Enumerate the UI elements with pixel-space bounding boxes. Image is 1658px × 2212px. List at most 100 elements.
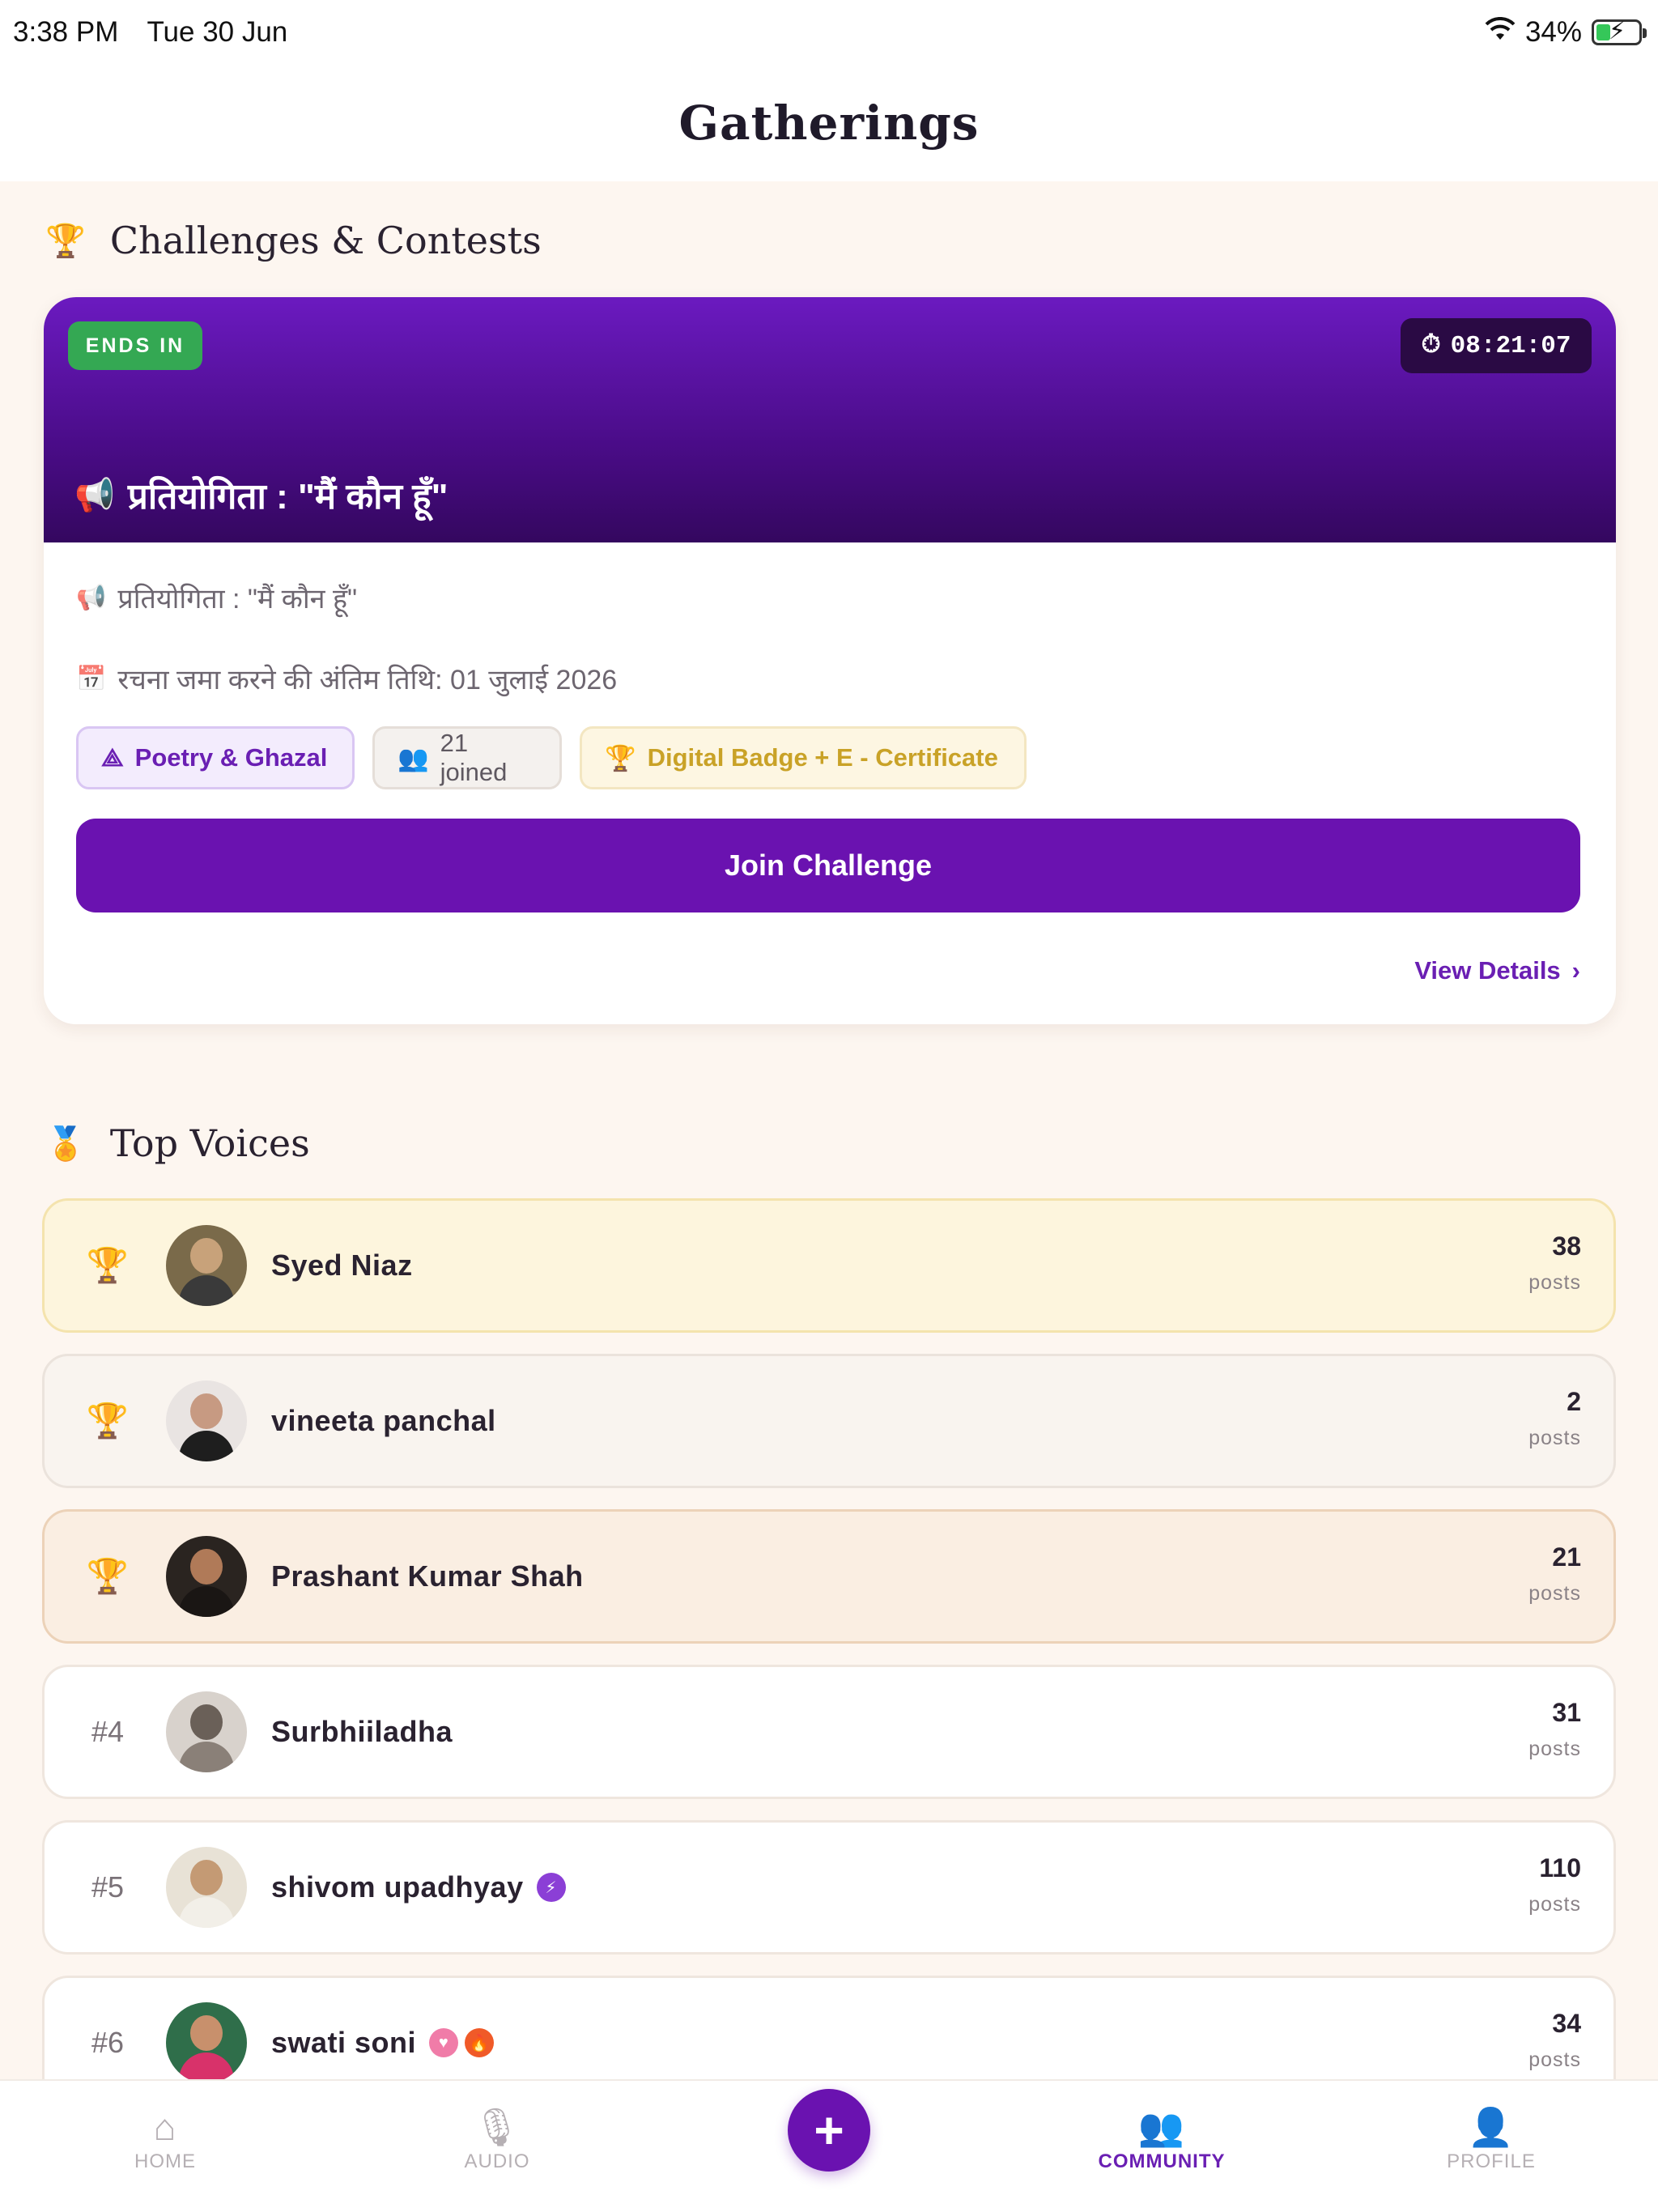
voice-row[interactable]: #4 Surbhiiladha 31 posts (42, 1665, 1616, 1799)
avatar (166, 1536, 247, 1617)
view-details-label: View Details (1414, 956, 1561, 985)
flame-badge-icon: 🔥 (465, 2028, 495, 2057)
status-bar: 3:38 PM Tue 30 Jun 34% ⚡ (0, 0, 1658, 65)
home-icon: ⌂ (153, 2106, 177, 2148)
timer-value: 08:21:07 (1450, 331, 1571, 360)
status-time: 3:38 PM (13, 16, 119, 48)
stopwatch-icon: ⏱ (1421, 331, 1441, 360)
challenge-chips: ⟁ Poetry & Ghazal 👥 21 joined 🏆 Digital … (76, 726, 1027, 789)
voice-name-text: Syed Niaz (271, 1249, 413, 1282)
ends-in-badge: ENDS IN (68, 321, 202, 370)
post-count: 21 posts (1528, 1542, 1581, 1606)
status-date: Tue 30 Jun (147, 16, 288, 48)
challenges-heading: Challenges & Contests (109, 219, 542, 262)
challenge-subtitle: प्रतियोगिता : "मैं कौन हूँ" (117, 584, 358, 615)
voice-name-text: Surbhiiladha (271, 1715, 453, 1748)
voice-row[interactable]: 🏆 Prashant Kumar Shah 21 posts (42, 1509, 1616, 1644)
tab-audio[interactable]: 🎙 AUDIO (432, 2105, 562, 2173)
avatar (166, 2002, 247, 2083)
gold-trophy-icon: 🏆 (86, 1245, 130, 1284)
battery-percent: 34% (1524, 16, 1582, 48)
tab-community-label: COMMUNITY (1098, 2150, 1226, 2172)
post-count-value: 2 (1567, 1387, 1581, 1416)
challenge-banner: ENDS IN ⏱ 08:21:07 📢 प्रतियोगिता : "मैं … (44, 297, 1616, 542)
join-challenge-button[interactable]: Join Challenge (76, 819, 1580, 912)
create-post-button[interactable]: + (788, 2089, 870, 2172)
challenge-deadline: रचना जमा करने की अंतिम तिथि: 01 जुलाई 20… (117, 665, 618, 696)
trophy-icon: 🏆 (45, 222, 86, 260)
plus-icon: + (814, 2101, 844, 2159)
post-count-value: 110 (1539, 1853, 1581, 1882)
rank-number: #4 (91, 1715, 125, 1748)
status-bar-left: 3:38 PM Tue 30 Jun (13, 16, 308, 49)
bronze-trophy-icon: 🏆 (86, 1556, 130, 1595)
users-icon: 👥 (397, 743, 429, 772)
post-count: 38 posts (1528, 1231, 1581, 1295)
rank-number: #6 (91, 2026, 125, 2059)
tab-profile[interactable]: 👤 PROFILE (1426, 2105, 1556, 2173)
post-count: 34 posts (1528, 2009, 1581, 2072)
post-count-value: 21 (1552, 1542, 1581, 1572)
post-count: 110 posts (1528, 1853, 1581, 1916)
joined-chip-label: 21 joined (440, 729, 508, 786)
post-count-label: posts (1528, 1271, 1581, 1294)
battery-icon: ⚡ (1592, 18, 1647, 45)
lightning-badge-icon: ⚡ (536, 1873, 566, 1902)
avatar (166, 1691, 247, 1772)
challenge-subtitle-line: 📢 प्रतियोगिता : "मैं कौन हूँ" (76, 579, 357, 616)
voice-row[interactable]: 🏆 Syed Niaz 38 posts (42, 1198, 1616, 1333)
megaphone-icon: 📢 (76, 584, 107, 611)
chevron-right-icon: › (1571, 956, 1580, 985)
post-count-label: posts (1528, 1738, 1581, 1760)
voice-name-text: Prashant Kumar Shah (271, 1559, 584, 1593)
voice-name-text: shivom upadhyay (271, 1870, 524, 1904)
tab-community[interactable]: 👥 COMMUNITY (1077, 2105, 1247, 2173)
megaphone-icon: 📢 (74, 477, 115, 513)
top-voices-heading: Top Voices (109, 1121, 310, 1165)
page-title: Gatherings (678, 96, 980, 151)
voice-name-text: swati soni (271, 2026, 417, 2059)
post-count-label: posts (1528, 1427, 1581, 1449)
trophy-outline-icon: 🏆 (605, 743, 636, 772)
challenges-section-title: 🏆 Challenges & Contests (45, 219, 542, 262)
view-details-link[interactable]: View Details › (1414, 956, 1580, 985)
charging-bolt-icon: ⚡ (1609, 18, 1626, 45)
app-header: Gatherings (0, 65, 1658, 181)
profile-icon: 👤 (1467, 2106, 1516, 2148)
tab-home-label: HOME (134, 2150, 196, 2172)
post-count-label: posts (1528, 2048, 1581, 2071)
tab-profile-label: PROFILE (1447, 2150, 1536, 2172)
challenge-card[interactable]: ENDS IN ⏱ 08:21:07 📢 प्रतियोगिता : "मैं … (44, 297, 1616, 1024)
avatar (166, 1847, 247, 1928)
voice-row[interactable]: 🏆 vineeta panchal 2 posts (42, 1354, 1616, 1488)
challenge-deadline-line: 📅 रचना जमा करने की अंतिम तिथि: 01 जुलाई … (76, 660, 617, 697)
calendar-icon: 📅 (76, 665, 107, 692)
tab-audio-label: AUDIO (464, 2150, 530, 2172)
challenge-title: 📢 प्रतियोगिता : "मैं कौन हूँ" (74, 470, 448, 519)
heart-badge-icon: ♥ (429, 2028, 459, 2057)
voice-name-text: vineeta panchal (271, 1404, 496, 1437)
rank-number: #5 (91, 1870, 125, 1904)
genre-chip-label: Poetry & Ghazal (134, 743, 328, 772)
post-count-label: posts (1528, 1582, 1581, 1605)
voice-row[interactable]: #5 shivom upadhyay ⚡ 110 posts (42, 1820, 1616, 1955)
tab-home[interactable]: ⌂ HOME (100, 2105, 230, 2173)
post-count-value: 34 (1552, 2009, 1581, 2038)
post-count-label: posts (1528, 1893, 1581, 1916)
challenge-title-text: प्रतियोगिता : "मैं कौन हूँ" (127, 477, 449, 517)
joined-chip: 👥 21 joined (372, 726, 562, 789)
reward-chip-label: Digital Badge + E - Certificate (647, 743, 998, 772)
genre-chip: ⟁ Poetry & Ghazal (76, 726, 355, 789)
voice-name: Surbhiiladha (271, 1715, 453, 1749)
microphone-icon: 🎙 (473, 2106, 521, 2148)
reward-chip: 🏆 Digital Badge + E - Certificate (580, 726, 1027, 789)
voice-name: vineeta panchal (271, 1404, 496, 1438)
community-icon: 👥 (1137, 2106, 1186, 2148)
countdown-timer: ⏱ 08:21:07 (1401, 318, 1592, 373)
voice-name: Syed Niaz (271, 1249, 413, 1283)
voice-name: swati soni ♥ 🔥 (271, 2026, 495, 2060)
award-icon: 🏅 (45, 1125, 86, 1163)
post-count: 31 posts (1528, 1698, 1581, 1761)
post-count: 2 posts (1528, 1387, 1581, 1450)
voice-name: Prashant Kumar Shah (271, 1559, 584, 1593)
